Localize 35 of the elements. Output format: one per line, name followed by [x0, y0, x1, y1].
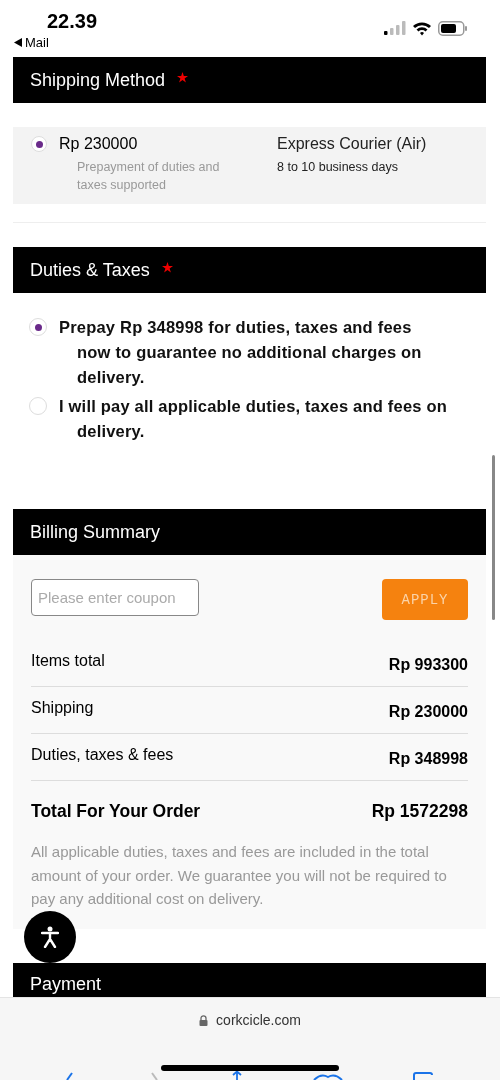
- section-title: Billing Summary: [30, 521, 161, 543]
- total-label: Total For Your Order: [31, 801, 201, 822]
- shipping-price: Rp 230000: [59, 135, 139, 153]
- duty-option-label[interactable]: I will pay all applicable duties, taxes and fees on delivery.: [59, 394, 449, 444]
- section-title: Payment: [30, 973, 102, 994]
- back-arrow-icon: [14, 38, 22, 47]
- section-title: Shipping Method: [30, 69, 166, 91]
- coupon-field[interactable]: Please enter coupon: [31, 579, 199, 616]
- signal-icon: [384, 21, 406, 35]
- radio-button[interactable]: [29, 397, 47, 415]
- lock-icon: [199, 1014, 209, 1026]
- address-bar[interactable]: corkcicle.com: [180, 1012, 320, 1028]
- battery-icon: [438, 20, 468, 36]
- total-amount: Rp 1572298: [371, 801, 468, 822]
- shipping-method-name: Express Courier (Air): [277, 135, 427, 153]
- delivery-time: 8 to 10 business days: [277, 160, 399, 174]
- radio-button[interactable]: [31, 136, 47, 152]
- shipping-option[interactable]: Rp 230000 Prepayment of duties and taxes supported Express Courier (Air) 8 to 10 business days: [13, 127, 486, 204]
- back-to-app-link[interactable]: Mail: [14, 35, 49, 50]
- wifi-icon: [412, 20, 432, 36]
- line-amount: Rp 993300: [388, 656, 468, 674]
- line-amount: Rp 230000: [388, 703, 468, 721]
- url-text: corkcicle.com: [216, 1012, 301, 1028]
- line-amount: Rp 348998: [388, 750, 468, 768]
- radio-button[interactable]: [29, 318, 47, 336]
- status-time: 22.39: [47, 9, 98, 33]
- section-title: Duties & Taxes: [30, 259, 150, 281]
- line-label: Shipping: [31, 699, 94, 718]
- line-label: Items total: [31, 652, 105, 671]
- accessibility-button[interactable]: [24, 911, 76, 963]
- line-label: Duties, taxes & fees: [31, 746, 174, 765]
- shipping-note: Prepayment of duties and taxes supported: [77, 159, 221, 194]
- duty-option-label[interactable]: Prepay Rp 348998 for duties, taxes and fees now to guarantee no additional charges on delivery.: [59, 315, 449, 390]
- accessibility-icon: [41, 926, 59, 948]
- billing-note: All applicable duties, taxes and fees are included in the total amount of your order. We guarantee you will not be required to pay any additional cost on delivery.: [31, 842, 448, 909]
